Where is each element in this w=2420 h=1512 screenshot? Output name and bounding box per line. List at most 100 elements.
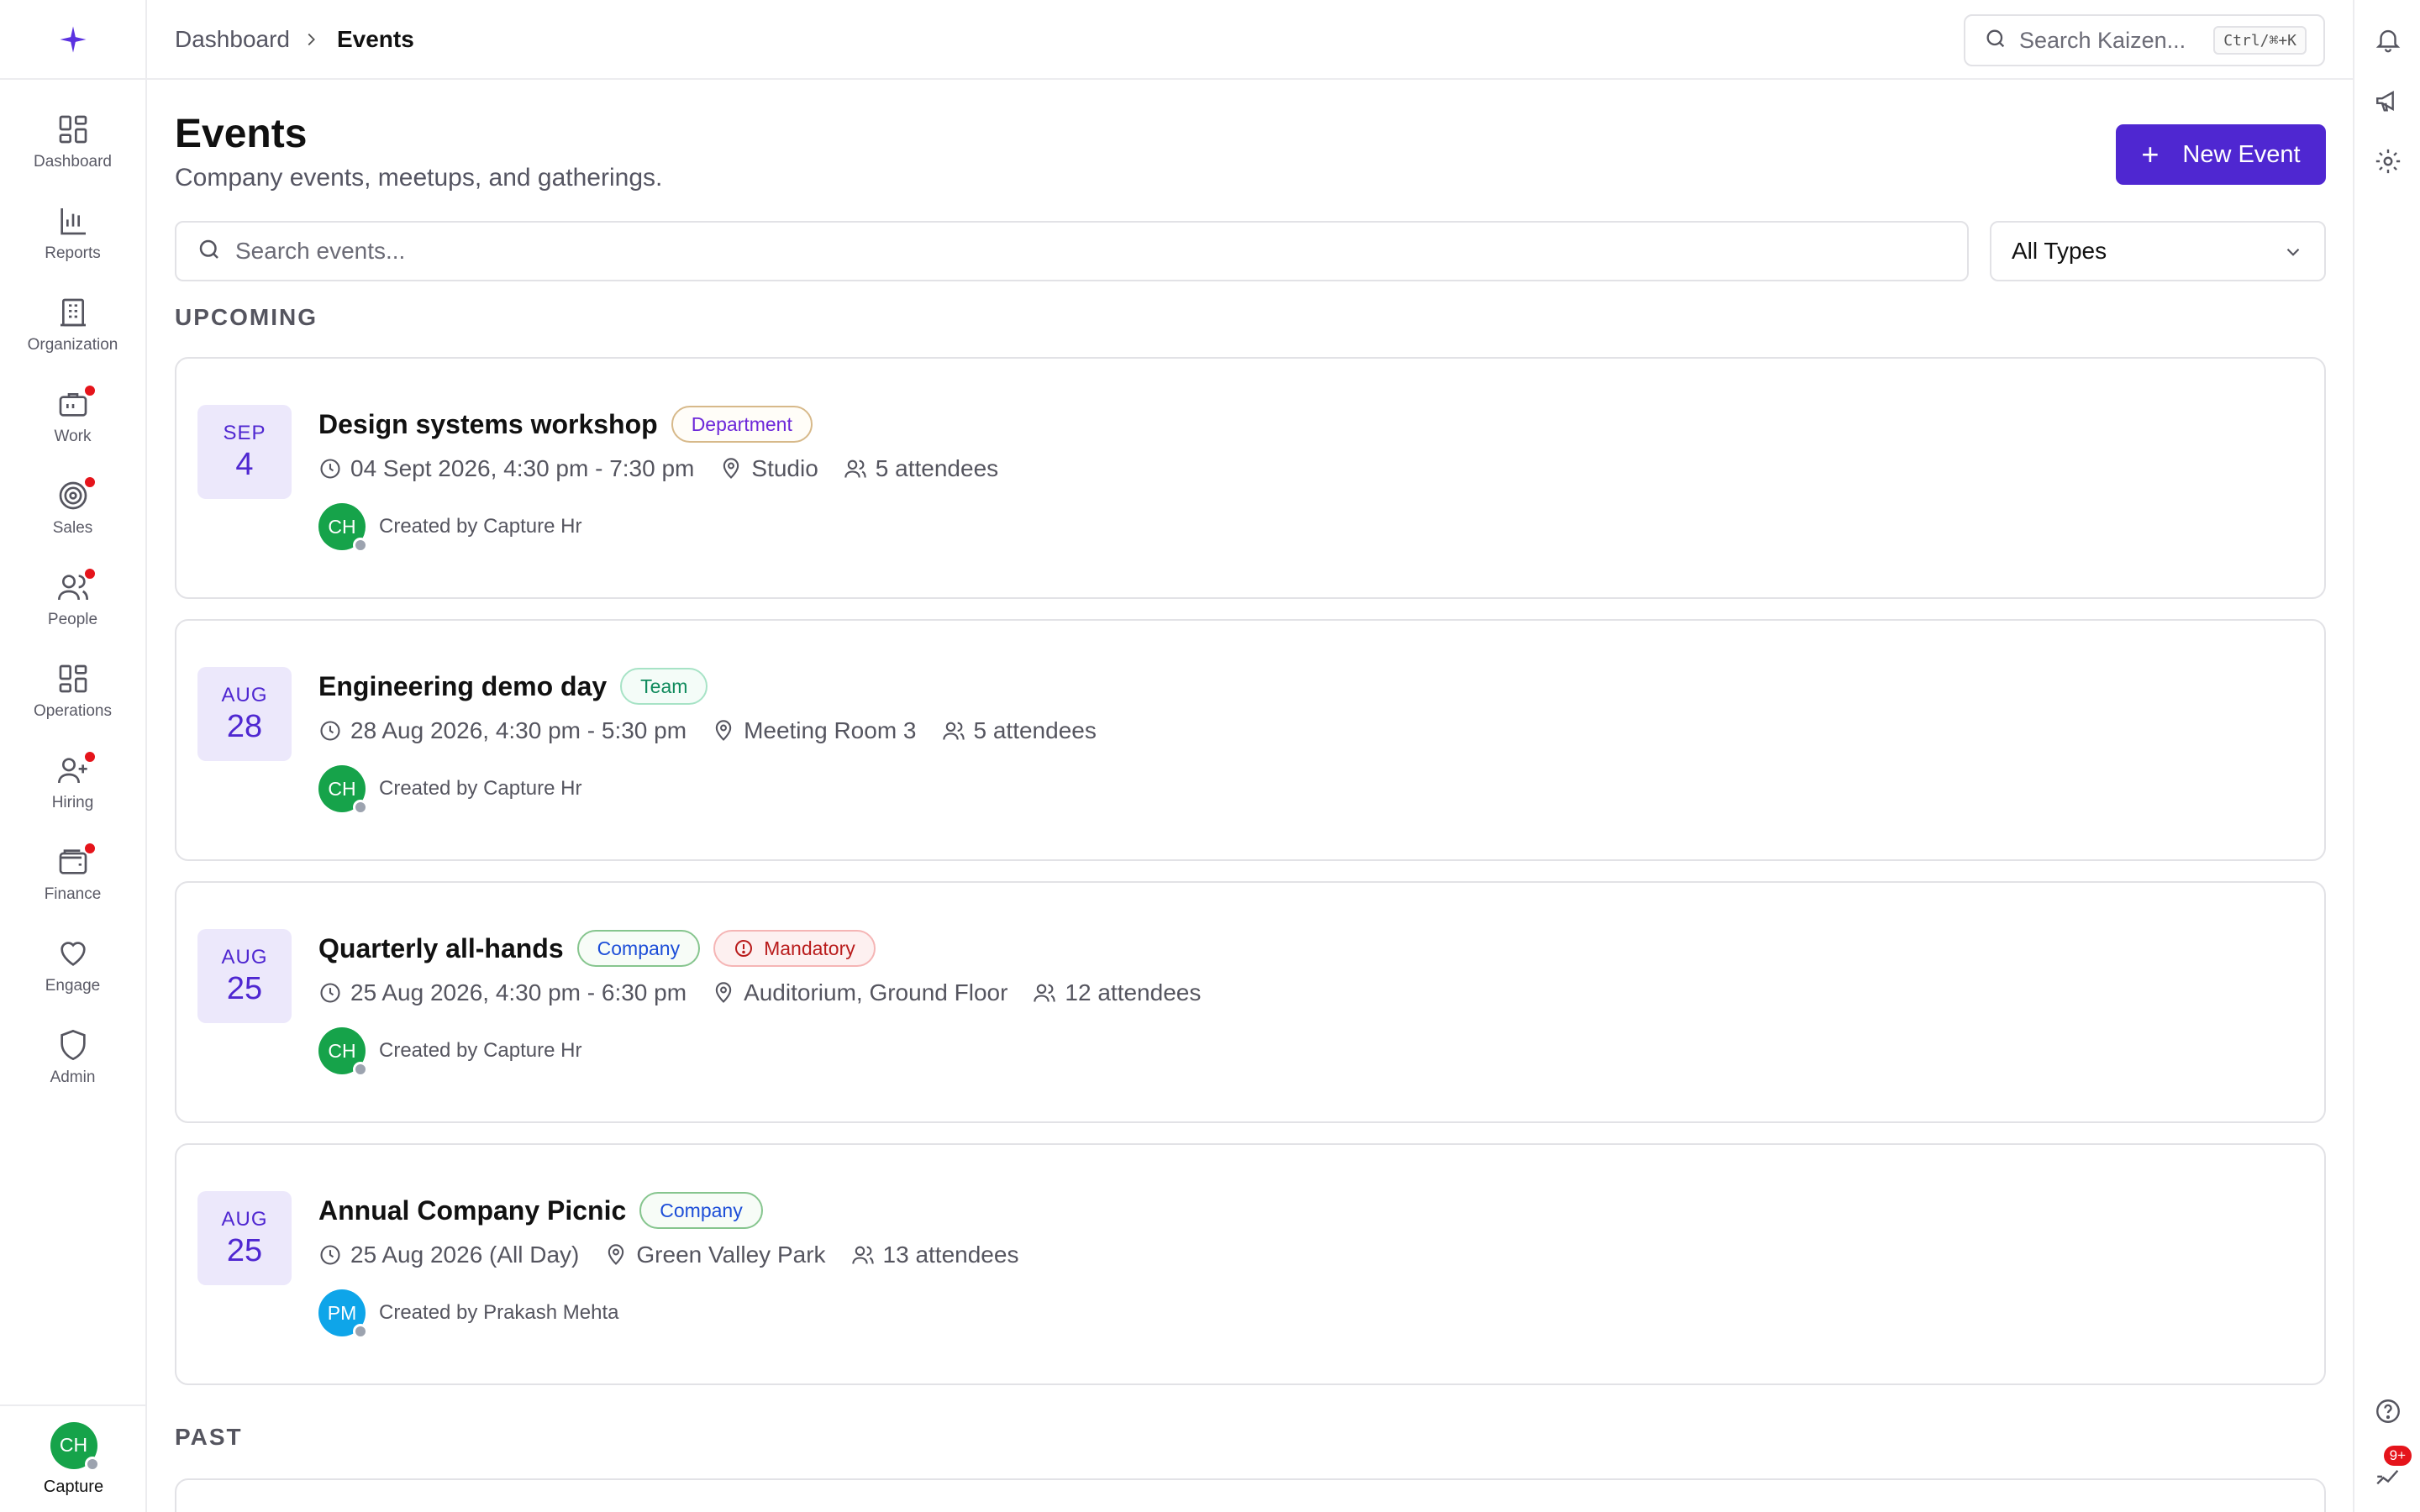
- event-meta: 04 Sept 2026, 4:30 pm - 7:30 pm Studio 5…: [318, 455, 1023, 482]
- event-type-value: All Types: [2012, 238, 2107, 264]
- event-meta: 25 Aug 2026, 4:30 pm - 6:30 pm Auditoriu…: [318, 979, 1226, 1006]
- event-day: 25: [226, 970, 263, 1006]
- plus-icon: +: [2141, 137, 2160, 171]
- sidebar-item-sales[interactable]: Sales: [0, 461, 145, 553]
- search-icon: [1984, 27, 2007, 55]
- event-location-text: Green Valley Park: [636, 1242, 826, 1268]
- map-pin-icon: [723, 458, 739, 479]
- event-tag-company: Company: [576, 930, 701, 967]
- clock-icon: [320, 1245, 340, 1265]
- map-pin-icon: [715, 720, 732, 741]
- event-attendees-text: 12 attendees: [1065, 979, 1202, 1005]
- sidebar-item-admin[interactable]: Admin: [0, 1011, 145, 1102]
- event-search-box[interactable]: [175, 221, 1969, 281]
- event-creator: CH Created by Capture Hr: [318, 765, 581, 815]
- event-tag-department: Department: [671, 406, 813, 443]
- sidebar-item-work[interactable]: Work: [0, 370, 145, 461]
- grid-icon: [55, 660, 92, 697]
- users-icon: [1034, 984, 1056, 1002]
- users-icon: [851, 1246, 874, 1264]
- sidebar-item-organization[interactable]: Organization: [0, 278, 145, 370]
- global-search-input[interactable]: Search Kaizen... Ctrl/⌘+K: [1964, 14, 2325, 66]
- notification-dot: [82, 383, 97, 397]
- event-datetime-text: 25 Aug 2026 (All Day): [350, 1242, 580, 1268]
- event-location-text: Meeting Room 3: [744, 717, 917, 743]
- avatar: CH: [318, 765, 368, 815]
- megaphone-icon[interactable]: [2371, 84, 2405, 118]
- sparkle-logo-icon[interactable]: [0, 0, 145, 80]
- event-meta: 25 Aug 2026 (All Day) Green Valley Park …: [318, 1242, 1044, 1268]
- event-location: Green Valley Park: [604, 1242, 826, 1268]
- event-date-tile: AUG 28: [197, 667, 292, 761]
- sidebar-item-label: Reports: [45, 244, 101, 262]
- user-profile[interactable]: CH Capture: [0, 1404, 147, 1512]
- clock-icon: [320, 983, 340, 1003]
- event-creator: CH Created by Capture Hr: [318, 503, 582, 553]
- avatar-initials: CH: [59, 1434, 88, 1456]
- right-rail: 9+: [2353, 0, 2420, 1512]
- event-day: 4: [235, 446, 254, 482]
- activity-icon[interactable]: 9+: [2371, 1446, 2412, 1491]
- gear-icon[interactable]: [2371, 144, 2405, 178]
- event-month: SEP: [223, 421, 266, 444]
- sidebar-item-dashboard[interactable]: Dashboard: [0, 95, 145, 186]
- event-datetime: 25 Aug 2026 (All Day): [318, 1242, 579, 1268]
- sidebar-item-engage[interactable]: Engage: [0, 919, 145, 1011]
- event-title-row: Quarterly all-hands Company Mandatory: [318, 930, 876, 967]
- sidebar-item-operations[interactable]: Operations: [0, 644, 145, 736]
- event-attendees: 12 attendees: [1033, 979, 1201, 1006]
- event-search-input[interactable]: [235, 238, 1832, 265]
- alert-circle-icon: [735, 940, 753, 957]
- event-creator: PM Created by Prakash Mehta: [318, 1289, 619, 1339]
- avatar-initials: PM: [327, 1301, 357, 1324]
- clock-icon: [320, 721, 340, 741]
- sidebar-item-label: Organization: [27, 335, 118, 354]
- event-datetime: 28 Aug 2026, 4:30 pm - 5:30 pm: [318, 717, 687, 744]
- event-creator: CH Created by Capture Hr: [318, 1027, 582, 1077]
- event-card[interactable]: AUG 25 Annual Company Picnic Company 25 …: [175, 1143, 2326, 1385]
- event-title: Quarterly all-hands: [318, 932, 564, 963]
- sidebar-item-label: People: [47, 610, 98, 628]
- event-card[interactable]: AUG 25 Quarterly all-hands Company Manda…: [175, 881, 2326, 1123]
- avatar: CH: [318, 503, 368, 553]
- notification-dot: [82, 566, 97, 580]
- avatar-initials: CH: [328, 777, 356, 800]
- sidebar-item-people[interactable]: People: [0, 553, 145, 644]
- grid-icon: [55, 111, 92, 148]
- mandatory-label: Mandatory: [764, 937, 855, 959]
- help-icon[interactable]: [2371, 1394, 2405, 1428]
- event-date-tile: AUG 25: [197, 1191, 292, 1285]
- avatar: CH: [318, 1027, 368, 1077]
- event-meta: 28 Aug 2026, 4:30 pm - 5:30 pm Meeting R…: [318, 717, 1122, 744]
- event-title: Annual Company Picnic: [318, 1194, 627, 1226]
- event-date-tile: AUG 25: [197, 929, 292, 1023]
- notification-dot: [82, 475, 97, 489]
- event-creator-text: Created by Capture Hr: [379, 515, 582, 538]
- event-type-select[interactable]: All Types: [1990, 221, 2326, 281]
- sidebar-item-hiring[interactable]: Hiring: [0, 736, 145, 827]
- profile-name: Capture: [43, 1477, 104, 1496]
- presence-dot: [353, 800, 368, 815]
- event-creator-text: Created by Capture Hr: [379, 1039, 582, 1062]
- sidebar-item-finance[interactable]: Finance: [0, 827, 145, 919]
- event-datetime-text: 28 Aug 2026, 4:30 pm - 5:30 pm: [350, 717, 687, 743]
- event-tag-team: Team: [620, 668, 708, 705]
- notification-dot: [82, 841, 97, 855]
- event-card[interactable]: [175, 1478, 2326, 1512]
- event-card[interactable]: AUG 28 Engineering demo day Team 28 Aug …: [175, 619, 2326, 861]
- event-card[interactable]: SEP 4 Design systems workshop Department…: [175, 357, 2326, 599]
- breadcrumb-dashboard-link[interactable]: Dashboard: [175, 26, 290, 53]
- chevron-down-icon: [2282, 241, 2304, 269]
- users-icon: [844, 459, 866, 478]
- sidebar-item-reports[interactable]: Reports: [0, 186, 145, 278]
- users-icon: [942, 722, 965, 740]
- clock-icon: [320, 459, 340, 479]
- wallet-icon: [55, 841, 97, 880]
- event-attendees: 5 attendees: [942, 717, 1097, 744]
- map-pin-icon: [608, 1244, 624, 1265]
- event-month: AUG: [221, 683, 268, 706]
- bell-icon[interactable]: [2371, 23, 2405, 56]
- event-creator-text: Created by Prakash Mehta: [379, 1301, 619, 1324]
- new-event-button[interactable]: + New Event: [2116, 124, 2326, 185]
- presence-dot: [353, 538, 368, 553]
